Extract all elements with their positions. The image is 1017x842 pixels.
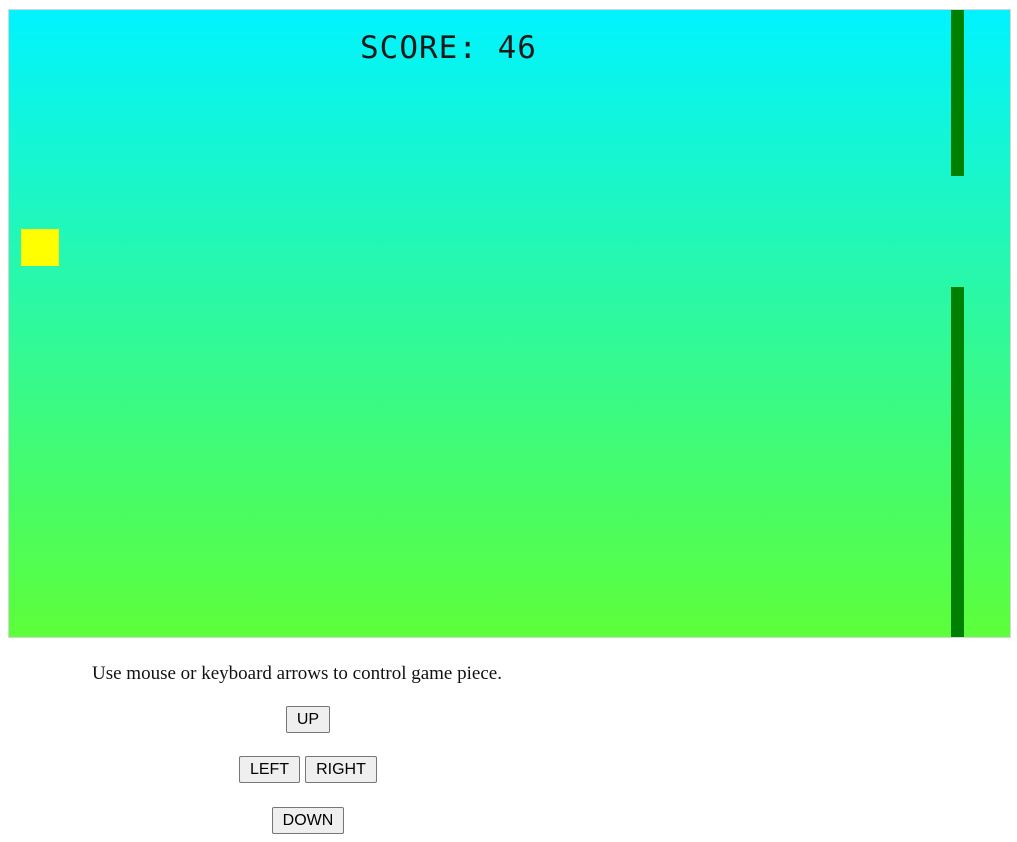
left-button[interactable]: LEFT bbox=[239, 756, 300, 783]
game-canvas[interactable]: SCORE: 46 bbox=[8, 9, 1011, 638]
obstacle-top bbox=[951, 10, 964, 176]
score-display: SCORE: 46 bbox=[360, 30, 537, 66]
instructions-text: Use mouse or keyboard arrows to control … bbox=[92, 663, 502, 684]
obstacle-bottom bbox=[951, 287, 964, 637]
right-button[interactable]: RIGHT bbox=[305, 756, 377, 783]
up-button[interactable]: UP bbox=[286, 706, 330, 733]
player-game-piece bbox=[21, 229, 59, 266]
down-button[interactable]: DOWN bbox=[272, 807, 344, 834]
